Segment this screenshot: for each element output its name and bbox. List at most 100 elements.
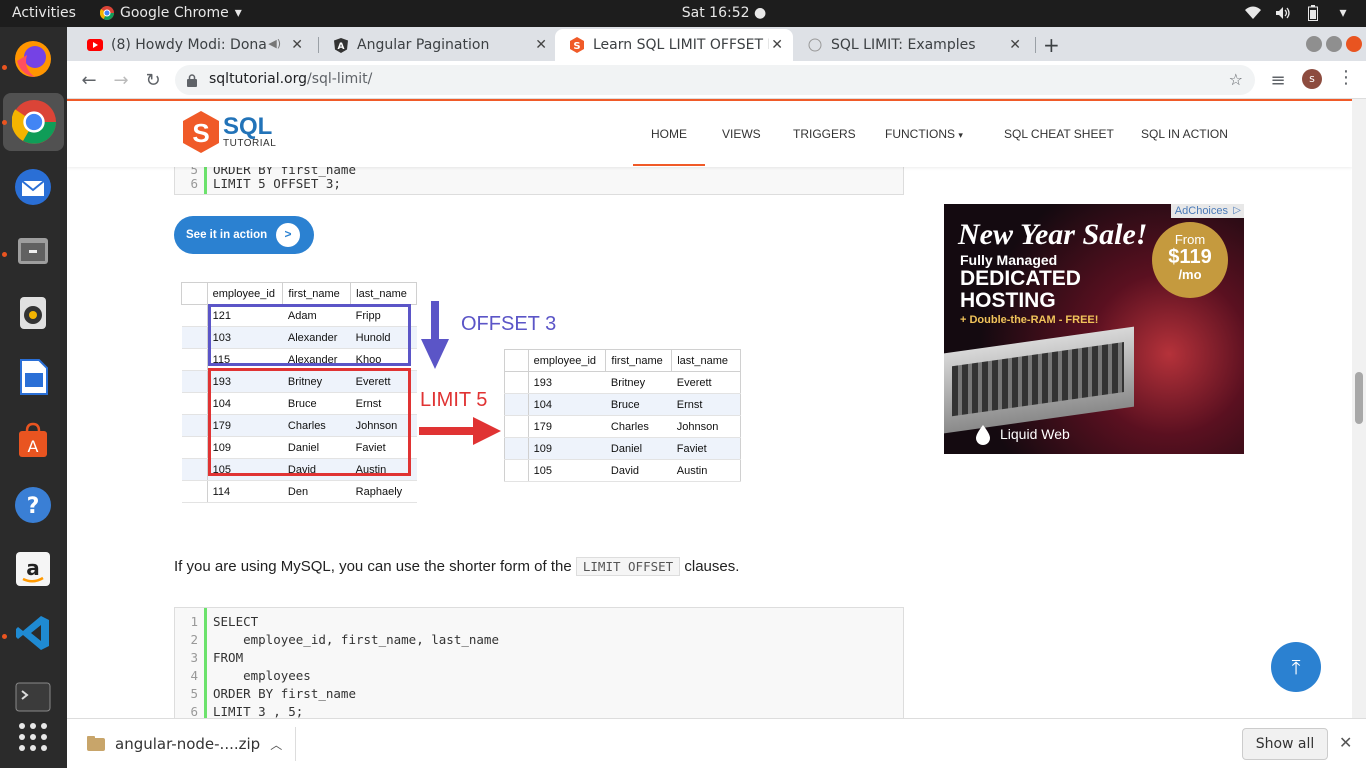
line-number: 1 bbox=[190, 614, 198, 629]
code-line: SELECT bbox=[213, 614, 259, 629]
url-path: /sql-limit/ bbox=[307, 71, 373, 87]
nav-home[interactable]: HOME bbox=[651, 127, 687, 141]
body-paragraph: If you are using MySQL, you can use the … bbox=[174, 557, 739, 576]
table-row: 114 Den Raphaely bbox=[181, 480, 417, 503]
tab-title: Learn SQL LIMIT OFFSET E bbox=[593, 37, 769, 53]
nav-triggers[interactable]: TRIGGERS bbox=[793, 127, 856, 141]
minimize-window-icon[interactable] bbox=[1306, 36, 1322, 52]
back-to-top-button[interactable]: ⤒ bbox=[1271, 642, 1321, 692]
angular-icon: A bbox=[333, 37, 349, 53]
bookmark-star-icon[interactable]: ☆ bbox=[1229, 70, 1243, 89]
column-header: first_name bbox=[605, 349, 673, 372]
ad-line: DEDICATED HOSTING bbox=[960, 268, 1081, 312]
table-row: 105 David Austin bbox=[504, 459, 741, 482]
help-icon[interactable]: ? bbox=[9, 481, 57, 529]
maximize-window-icon[interactable] bbox=[1326, 36, 1342, 52]
close-downloads-bar-icon[interactable]: ✕ bbox=[1339, 733, 1352, 752]
limit-highlight-box bbox=[208, 368, 411, 476]
media-controls-icon[interactable]: ≡ bbox=[1267, 69, 1289, 91]
arrow-up-icon: ⤒ bbox=[1291, 655, 1301, 679]
tab-title: (8) Howdy Modi: Dona bbox=[111, 37, 267, 53]
line-number: 5 bbox=[190, 686, 198, 701]
libreoffice-writer-icon[interactable] bbox=[9, 353, 57, 401]
tab-youtube[interactable]: (8) Howdy Modi: Dona ◀) ✕ bbox=[73, 29, 313, 61]
show-applications-icon[interactable] bbox=[9, 713, 57, 761]
download-filename: angular-node-....zip bbox=[115, 735, 261, 753]
adchoices-icon: ▷ bbox=[1233, 205, 1241, 216]
line-number: 6 bbox=[190, 176, 198, 191]
offset-down-arrow-icon bbox=[421, 301, 449, 369]
browser-toolbar: ← → ↻ sqltutorial.org/sql-limit/ ☆ ≡ s ⋮ bbox=[67, 61, 1366, 99]
tab-sqltutorial[interactable]: S Learn SQL LIMIT OFFSET E ✕ bbox=[555, 29, 793, 61]
site-header: S SQL TUTORIAL HOME VIEWS TRIGGERS FUNCT… bbox=[67, 101, 1352, 167]
thunderbird-icon[interactable] bbox=[9, 163, 57, 211]
scrollbar-thumb[interactable] bbox=[1355, 372, 1363, 424]
nav-sql-in-action[interactable]: SQL IN ACTION bbox=[1141, 127, 1228, 141]
table-row: 104 Bruce Ernst bbox=[504, 393, 741, 416]
forward-icon[interactable]: → bbox=[110, 69, 132, 91]
line-number: 3 bbox=[190, 650, 198, 665]
chevron-up-icon[interactable]: ︿ bbox=[270, 736, 282, 753]
tab-angular[interactable]: A Angular Pagination ✕ bbox=[319, 29, 557, 61]
back-icon[interactable]: ← bbox=[78, 69, 100, 91]
close-tab-icon[interactable]: ✕ bbox=[535, 37, 547, 53]
close-tab-icon[interactable]: ✕ bbox=[771, 37, 783, 53]
offset-label: OFFSET 3 bbox=[461, 313, 557, 335]
row-selector-header bbox=[504, 349, 529, 372]
download-item[interactable]: angular-node-....zip ︿ bbox=[87, 735, 282, 753]
nav-sql-cheat-sheet[interactable]: SQL CHEAT SHEET bbox=[1004, 127, 1114, 141]
rhythmbox-icon[interactable] bbox=[9, 289, 57, 337]
see-it-in-action-button[interactable]: See it in action > bbox=[174, 216, 314, 254]
svg-text:S: S bbox=[573, 41, 580, 52]
battery-icon bbox=[1304, 4, 1322, 22]
column-header: employee_id bbox=[527, 349, 607, 372]
arrow-right-icon: > bbox=[276, 223, 300, 247]
code-line: employee_id, first_name, last_name bbox=[213, 632, 499, 647]
new-tab-button[interactable]: + bbox=[1043, 33, 1060, 57]
svg-text:A: A bbox=[28, 437, 39, 456]
nav-views[interactable]: VIEWS bbox=[722, 127, 761, 141]
code-line: FROM bbox=[213, 650, 244, 665]
ad-headline: New Year Sale! bbox=[958, 218, 1148, 251]
profile-avatar[interactable]: s bbox=[1302, 69, 1322, 89]
logo-sub-text: TUTORIAL bbox=[223, 137, 277, 149]
line-number: 4 bbox=[190, 668, 198, 683]
url-text: sqltutorial.org/sql-limit/ bbox=[209, 71, 372, 87]
nav-functions[interactable]: FUNCTIONS ▾ bbox=[885, 127, 963, 141]
close-tab-icon[interactable]: ✕ bbox=[291, 37, 303, 53]
amazon-icon[interactable]: a bbox=[9, 545, 57, 593]
paragraph-text: If you are using MySQL, you can use the … bbox=[174, 558, 576, 575]
volume-icon bbox=[1274, 4, 1292, 22]
column-header: employee_id bbox=[206, 282, 284, 305]
wifi-icon bbox=[1244, 4, 1262, 22]
site-logo[interactable]: S SQL TUTORIAL bbox=[183, 111, 276, 153]
line-number: 6 bbox=[190, 704, 198, 718]
show-all-downloads-button[interactable]: Show all bbox=[1242, 728, 1328, 760]
tab-sql-limit-examples[interactable]: SQL LIMIT: Examples ✕ bbox=[793, 29, 1031, 61]
vscode-icon[interactable] bbox=[9, 609, 57, 657]
close-tab-icon[interactable]: ✕ bbox=[1009, 37, 1021, 53]
active-nav-indicator bbox=[633, 164, 705, 166]
address-bar[interactable]: sqltutorial.org/sql-limit/ ☆ bbox=[175, 65, 1255, 95]
software-center-icon[interactable]: A bbox=[9, 417, 57, 465]
sqltutorial-logo-icon: S bbox=[183, 111, 219, 153]
nav-functions-label: FUNCTIONS bbox=[885, 127, 955, 141]
code-line: employees bbox=[213, 668, 311, 683]
svg-text:?: ? bbox=[27, 494, 40, 519]
page-scrollbar[interactable] bbox=[1352, 99, 1366, 718]
chrome-menu-icon[interactable]: ⋮ bbox=[1337, 67, 1355, 88]
reload-icon[interactable]: ↻ bbox=[142, 69, 164, 91]
code-line: ORDER BY first_name bbox=[213, 686, 356, 701]
firefox-icon[interactable] bbox=[9, 35, 57, 83]
ad-line: DEDICATED bbox=[960, 267, 1081, 290]
close-window-icon[interactable] bbox=[1346, 36, 1362, 52]
row-selector-header bbox=[181, 282, 208, 305]
files-icon[interactable] bbox=[9, 226, 57, 274]
advertisement-banner[interactable]: AdChoices ▷ New Year Sale! Fully Managed… bbox=[944, 204, 1244, 454]
inline-code: LIMIT OFFSET bbox=[575, 557, 681, 576]
chrome-dock-icon[interactable] bbox=[3, 93, 64, 151]
clock[interactable]: Sat 16:52 ● bbox=[0, 5, 1366, 21]
youtube-icon bbox=[87, 37, 103, 53]
code-block-bottom: 1 2 3 4 5 6 SELECT employee_id, first_na… bbox=[174, 607, 904, 718]
system-tray[interactable]: ▾ bbox=[1244, 4, 1352, 22]
